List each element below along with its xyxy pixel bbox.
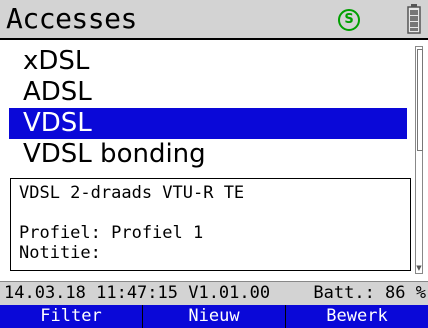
page-title: Accesses — [6, 2, 137, 35]
access-item-adsl[interactable]: ADSL — [9, 77, 407, 108]
header-bar: Accesses S — [0, 0, 428, 40]
scroll-thumb[interactable] — [417, 49, 423, 151]
softkey-bar: Filter Nieuw Bewerk — [0, 305, 428, 328]
datetime-version: 14.03.18 11:47:15 V1.01.00 — [4, 283, 271, 303]
detail-profile: Profiel: Profiel 1 — [19, 223, 204, 243]
access-item-vdsl[interactable]: VDSL — [9, 108, 407, 139]
battery-status: Batt.: 86 % — [313, 283, 426, 303]
screen: Accesses S xDSL ADSL VDSL VDSL bonding ▼… — [0, 0, 428, 328]
scrollbar[interactable]: ▼ — [415, 46, 423, 274]
service-status-icon: S — [338, 9, 360, 31]
edit-button[interactable]: Bewerk — [286, 305, 428, 328]
detail-blank-line — [19, 203, 402, 223]
access-item-xdsl[interactable]: xDSL — [9, 46, 407, 77]
access-list: xDSL ADSL VDSL VDSL bonding — [9, 46, 407, 172]
filter-button[interactable]: Filter — [0, 305, 143, 328]
access-item-vdsl-bonding[interactable]: VDSL bonding — [9, 139, 407, 170]
new-button[interactable]: Nieuw — [143, 305, 286, 328]
scroll-down-arrow-icon[interactable]: ▼ — [416, 264, 422, 272]
battery-icon — [407, 4, 421, 34]
status-bar: 14.03.18 11:47:15 V1.01.00 Batt.: 86 % — [0, 281, 428, 305]
detail-note: Notitie: — [19, 243, 101, 263]
access-detail-box: VDSL 2-draads VTU-R TE Profiel: Profiel … — [10, 178, 411, 271]
detail-description: VDSL 2-draads VTU-R TE — [19, 183, 245, 203]
